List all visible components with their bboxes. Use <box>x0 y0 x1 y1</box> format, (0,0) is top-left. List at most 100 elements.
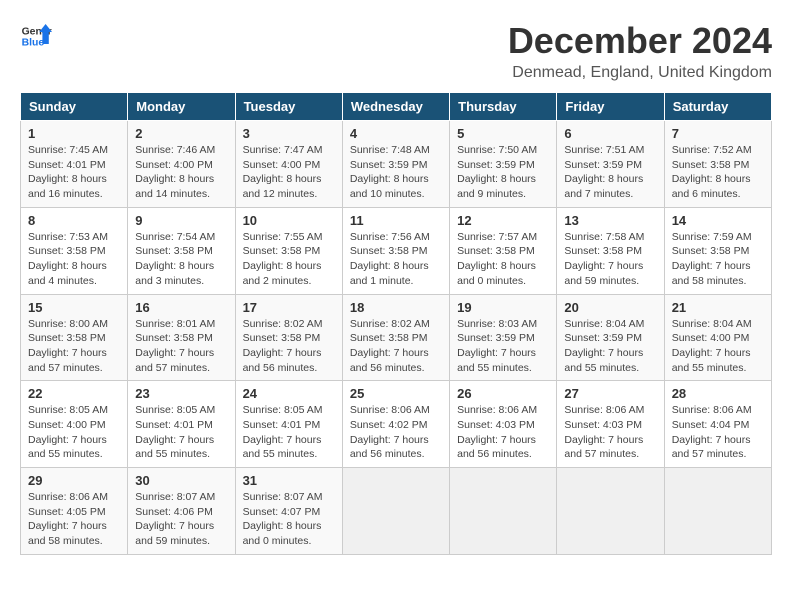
day-info: Sunrise: 8:06 AM Sunset: 4:03 PM Dayligh… <box>564 403 656 462</box>
day-number: 30 <box>135 473 227 488</box>
day-info: Sunrise: 8:03 AM Sunset: 3:59 PM Dayligh… <box>457 317 549 376</box>
day-number: 17 <box>243 300 335 315</box>
calendar-body: 1 Sunrise: 7:45 AM Sunset: 4:01 PM Daylig… <box>21 121 772 555</box>
day-cell-18: 18 Sunrise: 8:02 AM Sunset: 3:58 PM Dayli… <box>342 294 449 381</box>
day-cell-6: 6 Sunrise: 7:51 AM Sunset: 3:59 PM Daylig… <box>557 121 664 208</box>
day-number: 20 <box>564 300 656 315</box>
day-cell-26: 26 Sunrise: 8:06 AM Sunset: 4:03 PM Dayli… <box>450 381 557 468</box>
day-number: 8 <box>28 213 120 228</box>
day-cell-25: 25Sunrise: 8:06 AM Sunset: 4:02 PM Dayli… <box>342 381 449 468</box>
header-row: SundayMondayTuesdayWednesdayThursdayFrid… <box>21 93 772 121</box>
header-day-thursday: Thursday <box>450 93 557 121</box>
day-info: Sunrise: 7:47 AM Sunset: 4:00 PM Dayligh… <box>243 143 335 202</box>
day-cell-20: 20 Sunrise: 8:04 AM Sunset: 3:59 PM Dayli… <box>557 294 664 381</box>
day-cell-5: 5 Sunrise: 7:50 AM Sunset: 3:59 PM Daylig… <box>450 121 557 208</box>
day-number: 31 <box>243 473 335 488</box>
day-info: Sunrise: 8:04 AM Sunset: 4:00 PM Dayligh… <box>672 317 764 376</box>
day-info: Sunrise: 8:06 AM Sunset: 4:04 PM Dayligh… <box>672 403 764 462</box>
day-info: Sunrise: 7:52 AM Sunset: 3:58 PM Dayligh… <box>672 143 764 202</box>
day-number: 2 <box>135 126 227 141</box>
day-info: Sunrise: 8:02 AM Sunset: 3:58 PM Dayligh… <box>350 317 442 376</box>
day-number: 1 <box>28 126 120 141</box>
day-cell-8: 8 Sunrise: 7:53 AM Sunset: 3:58 PM Daylig… <box>21 207 128 294</box>
day-info: Sunrise: 8:05 AM Sunset: 4:01 PM Dayligh… <box>135 403 227 462</box>
day-cell-23: 23 Sunrise: 8:05 AM Sunset: 4:01 PM Dayli… <box>128 381 235 468</box>
title-area: December 2024 Denmead, England, United K… <box>508 20 772 82</box>
logo: General Blue <box>20 20 52 52</box>
day-cell-16: 16 Sunrise: 8:01 AM Sunset: 3:58 PM Dayli… <box>128 294 235 381</box>
day-number: 13 <box>564 213 656 228</box>
day-cell-7: 7 Sunrise: 7:52 AM Sunset: 3:58 PM Daylig… <box>664 121 771 208</box>
day-number: 29 <box>28 473 120 488</box>
day-cell-1: 1 Sunrise: 7:45 AM Sunset: 4:01 PM Daylig… <box>21 121 128 208</box>
day-cell-27: 27 Sunrise: 8:06 AM Sunset: 4:03 PM Dayli… <box>557 381 664 468</box>
day-number: 6 <box>564 126 656 141</box>
day-cell-29: 29Sunrise: 8:06 AM Sunset: 4:05 PM Dayli… <box>21 468 128 555</box>
logo-icon: General Blue <box>20 20 52 52</box>
day-cell-3: 3Sunrise: 7:47 AM Sunset: 4:00 PM Daylig… <box>235 121 342 208</box>
week-row-3: 15Sunrise: 8:00 AM Sunset: 3:58 PM Dayli… <box>21 294 772 381</box>
day-number: 4 <box>350 126 442 141</box>
day-cell-13: 13 Sunrise: 7:58 AM Sunset: 3:58 PM Dayli… <box>557 207 664 294</box>
day-number: 24 <box>243 386 335 401</box>
day-info: Sunrise: 8:04 AM Sunset: 3:59 PM Dayligh… <box>564 317 656 376</box>
empty-cell <box>450 468 557 555</box>
empty-cell <box>342 468 449 555</box>
day-info: Sunrise: 7:50 AM Sunset: 3:59 PM Dayligh… <box>457 143 549 202</box>
day-cell-22: 22 Sunrise: 8:05 AM Sunset: 4:00 PM Dayli… <box>21 381 128 468</box>
day-cell-19: 19 Sunrise: 8:03 AM Sunset: 3:59 PM Dayli… <box>450 294 557 381</box>
day-cell-9: 9Sunrise: 7:54 AM Sunset: 3:58 PM Daylig… <box>128 207 235 294</box>
day-number: 12 <box>457 213 549 228</box>
day-cell-30: 30Sunrise: 8:07 AM Sunset: 4:06 PM Dayli… <box>128 468 235 555</box>
day-cell-2: 2 Sunrise: 7:46 AM Sunset: 4:00 PM Daylig… <box>128 121 235 208</box>
day-cell-14: 14Sunrise: 7:59 AM Sunset: 3:58 PM Dayli… <box>664 207 771 294</box>
week-row-5: 29Sunrise: 8:06 AM Sunset: 4:05 PM Dayli… <box>21 468 772 555</box>
day-number: 7 <box>672 126 764 141</box>
day-cell-31: 31Sunrise: 8:07 AM Sunset: 4:07 PM Dayli… <box>235 468 342 555</box>
day-number: 5 <box>457 126 549 141</box>
day-info: Sunrise: 8:06 AM Sunset: 4:03 PM Dayligh… <box>457 403 549 462</box>
day-number: 14 <box>672 213 764 228</box>
day-cell-10: 10 Sunrise: 7:55 AM Sunset: 3:58 PM Dayli… <box>235 207 342 294</box>
header-day-friday: Friday <box>557 93 664 121</box>
day-info: Sunrise: 7:58 AM Sunset: 3:58 PM Dayligh… <box>564 230 656 289</box>
day-number: 10 <box>243 213 335 228</box>
day-info: Sunrise: 7:55 AM Sunset: 3:58 PM Dayligh… <box>243 230 335 289</box>
day-info: Sunrise: 8:05 AM Sunset: 4:01 PM Dayligh… <box>243 403 335 462</box>
week-row-4: 22 Sunrise: 8:05 AM Sunset: 4:00 PM Dayli… <box>21 381 772 468</box>
calendar-subtitle: Denmead, England, United Kingdom <box>508 64 772 82</box>
day-cell-4: 4 Sunrise: 7:48 AM Sunset: 3:59 PM Daylig… <box>342 121 449 208</box>
day-info: Sunrise: 7:48 AM Sunset: 3:59 PM Dayligh… <box>350 143 442 202</box>
day-info: Sunrise: 7:46 AM Sunset: 4:00 PM Dayligh… <box>135 143 227 202</box>
day-cell-24: 24 Sunrise: 8:05 AM Sunset: 4:01 PM Dayli… <box>235 381 342 468</box>
day-cell-15: 15Sunrise: 8:00 AM Sunset: 3:58 PM Dayli… <box>21 294 128 381</box>
day-number: 21 <box>672 300 764 315</box>
header-day-saturday: Saturday <box>664 93 771 121</box>
day-info: Sunrise: 8:05 AM Sunset: 4:00 PM Dayligh… <box>28 403 120 462</box>
day-info: Sunrise: 7:51 AM Sunset: 3:59 PM Dayligh… <box>564 143 656 202</box>
header: General Blue December 2024 Denmead, Engl… <box>20 20 772 82</box>
day-number: 18 <box>350 300 442 315</box>
day-number: 22 <box>28 386 120 401</box>
empty-cell <box>557 468 664 555</box>
day-number: 16 <box>135 300 227 315</box>
day-number: 27 <box>564 386 656 401</box>
header-day-sunday: Sunday <box>21 93 128 121</box>
day-number: 26 <box>457 386 549 401</box>
day-number: 23 <box>135 386 227 401</box>
calendar-header: SundayMondayTuesdayWednesdayThursdayFrid… <box>21 93 772 121</box>
day-number: 28 <box>672 386 764 401</box>
day-info: Sunrise: 7:54 AM Sunset: 3:58 PM Dayligh… <box>135 230 227 289</box>
day-cell-11: 11Sunrise: 7:56 AM Sunset: 3:58 PM Dayli… <box>342 207 449 294</box>
day-info: Sunrise: 7:45 AM Sunset: 4:01 PM Dayligh… <box>28 143 120 202</box>
day-info: Sunrise: 8:00 AM Sunset: 3:58 PM Dayligh… <box>28 317 120 376</box>
day-number: 25 <box>350 386 442 401</box>
day-number: 19 <box>457 300 549 315</box>
day-cell-28: 28 Sunrise: 8:06 AM Sunset: 4:04 PM Dayli… <box>664 381 771 468</box>
day-cell-12: 12Sunrise: 7:57 AM Sunset: 3:58 PM Dayli… <box>450 207 557 294</box>
day-info: Sunrise: 8:02 AM Sunset: 3:58 PM Dayligh… <box>243 317 335 376</box>
day-info: Sunrise: 8:01 AM Sunset: 3:58 PM Dayligh… <box>135 317 227 376</box>
empty-cell <box>664 468 771 555</box>
header-day-monday: Monday <box>128 93 235 121</box>
day-info: Sunrise: 7:53 AM Sunset: 3:58 PM Dayligh… <box>28 230 120 289</box>
